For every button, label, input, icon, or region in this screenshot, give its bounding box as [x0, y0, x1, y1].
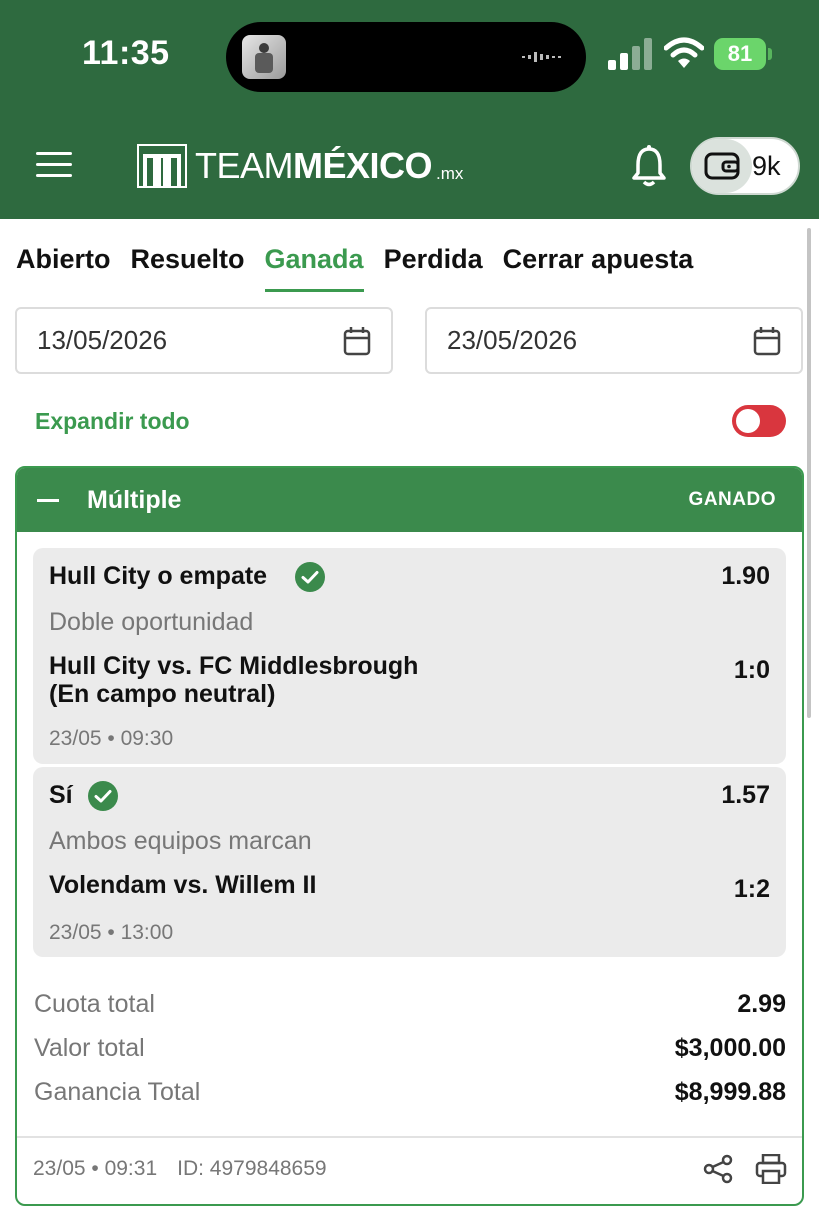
- leg-match-teams: Hull City vs. FC Middlesbrough: [49, 652, 419, 680]
- calendar-icon: [753, 327, 781, 356]
- cellular-signal-icon: [608, 38, 652, 70]
- wifi-icon: [664, 37, 704, 68]
- logo-icon: [137, 144, 187, 188]
- print-icon[interactable]: [755, 1154, 787, 1184]
- dynamic-island: [226, 22, 586, 92]
- bet-card-footer: 23/05 • 09:31 ID: 4979848659: [17, 1136, 802, 1204]
- battery-level: 81: [714, 38, 766, 70]
- expand-all-label: Expandir todo: [35, 408, 190, 434]
- bet-id: ID: 4979848659: [177, 1157, 327, 1180]
- leg-match: Hull City vs. FC Middlesbrough (En campo…: [49, 652, 418, 708]
- leg-match: Volendam vs. Willem II: [49, 871, 316, 899]
- tab-ganada[interactable]: Ganada: [264, 244, 364, 292]
- date-from-value: 13/05/2026: [37, 325, 168, 355]
- wallet-icon: [704, 152, 740, 180]
- bet-status-tabs: Abierto Resuelto Ganada Perdida Cerrar a…: [16, 244, 713, 294]
- audio-wave-icon: [522, 52, 561, 62]
- expand-all-toggle[interactable]: [732, 405, 786, 437]
- bet-leg: Sí 1.57 Ambos equipos marcan Volendam vs…: [33, 767, 786, 957]
- menu-icon[interactable]: [36, 152, 72, 178]
- bet-card: Múltiple GANADO Hull City o empate 1.90 …: [15, 466, 804, 1206]
- bell-icon[interactable]: [630, 145, 668, 187]
- status-time: 11:35: [82, 34, 170, 72]
- tab-abierto[interactable]: Abierto: [16, 244, 111, 292]
- bet-leg: Hull City o empate 1.90 Doble oportunida…: [33, 548, 786, 764]
- check-circle-icon: [88, 781, 118, 811]
- leg-odds: 1.90: [721, 562, 770, 590]
- team-mexico-logo[interactable]: TEAMMÉXICO .mx: [137, 144, 463, 188]
- leg-pick: Sí: [49, 781, 73, 809]
- leg-market: Doble oportunidad: [49, 608, 254, 636]
- total-odds-value: 2.99: [737, 990, 786, 1018]
- tab-resuelto[interactable]: Resuelto: [131, 244, 245, 292]
- battery-indicator: 81: [714, 38, 772, 70]
- share-icon[interactable]: [703, 1154, 733, 1184]
- leg-datetime: 23/05 • 09:30: [49, 727, 174, 750]
- leg-score: 1:2: [733, 875, 770, 903]
- date-to-field[interactable]: 23/05/2026: [425, 307, 803, 374]
- payout-value: $8,999.88: [674, 1078, 786, 1106]
- leg-pick: Hull City o empate: [49, 562, 268, 590]
- logo-suffix: .mx: [436, 164, 464, 183]
- bet-card-header[interactable]: Múltiple GANADO: [17, 468, 802, 532]
- total-odds-label: Cuota total: [34, 990, 155, 1018]
- bet-status-badge: GANADO: [688, 489, 776, 510]
- tab-perdida[interactable]: Perdida: [384, 244, 483, 292]
- tab-cerrar-apuesta[interactable]: Cerrar apuesta: [503, 244, 694, 292]
- leg-datetime: 23/05 • 13:00: [49, 921, 174, 944]
- app-header: 11:35 81 TEAMMÉXICO .mx 9k: [0, 0, 819, 219]
- leg-market: Ambos equipos marcan: [49, 827, 312, 855]
- stake-label: Valor total: [34, 1034, 145, 1062]
- expand-all-row: Expandir todo: [16, 392, 803, 450]
- stake-value: $3,000.00: [674, 1034, 786, 1062]
- logo-text-team: TEAM: [195, 145, 294, 186]
- leg-odds: 1.57: [721, 781, 770, 809]
- date-from-field[interactable]: 13/05/2026: [15, 307, 393, 374]
- check-circle-icon: [295, 562, 325, 592]
- date-to-value: 23/05/2026: [447, 325, 578, 355]
- wallet-balance-button[interactable]: 9k: [690, 137, 800, 195]
- wallet-amount: 9k: [752, 151, 781, 181]
- leg-match-venue: (En campo neutral): [49, 680, 276, 708]
- leg-score: 1:0: [733, 656, 770, 684]
- bet-type: Múltiple: [87, 486, 182, 514]
- leg-match-teams: Volendam vs. Willem II: [49, 871, 317, 899]
- bet-placed-at: 23/05 • 09:31: [33, 1157, 158, 1180]
- payout-label: Ganancia Total: [34, 1078, 201, 1106]
- collapse-icon[interactable]: [37, 499, 59, 502]
- scrollbar[interactable]: [807, 228, 811, 718]
- calendar-icon: [343, 327, 371, 356]
- logo-text-mexico: MÉXICO: [293, 145, 433, 186]
- now-playing-thumbnail: [242, 35, 286, 79]
